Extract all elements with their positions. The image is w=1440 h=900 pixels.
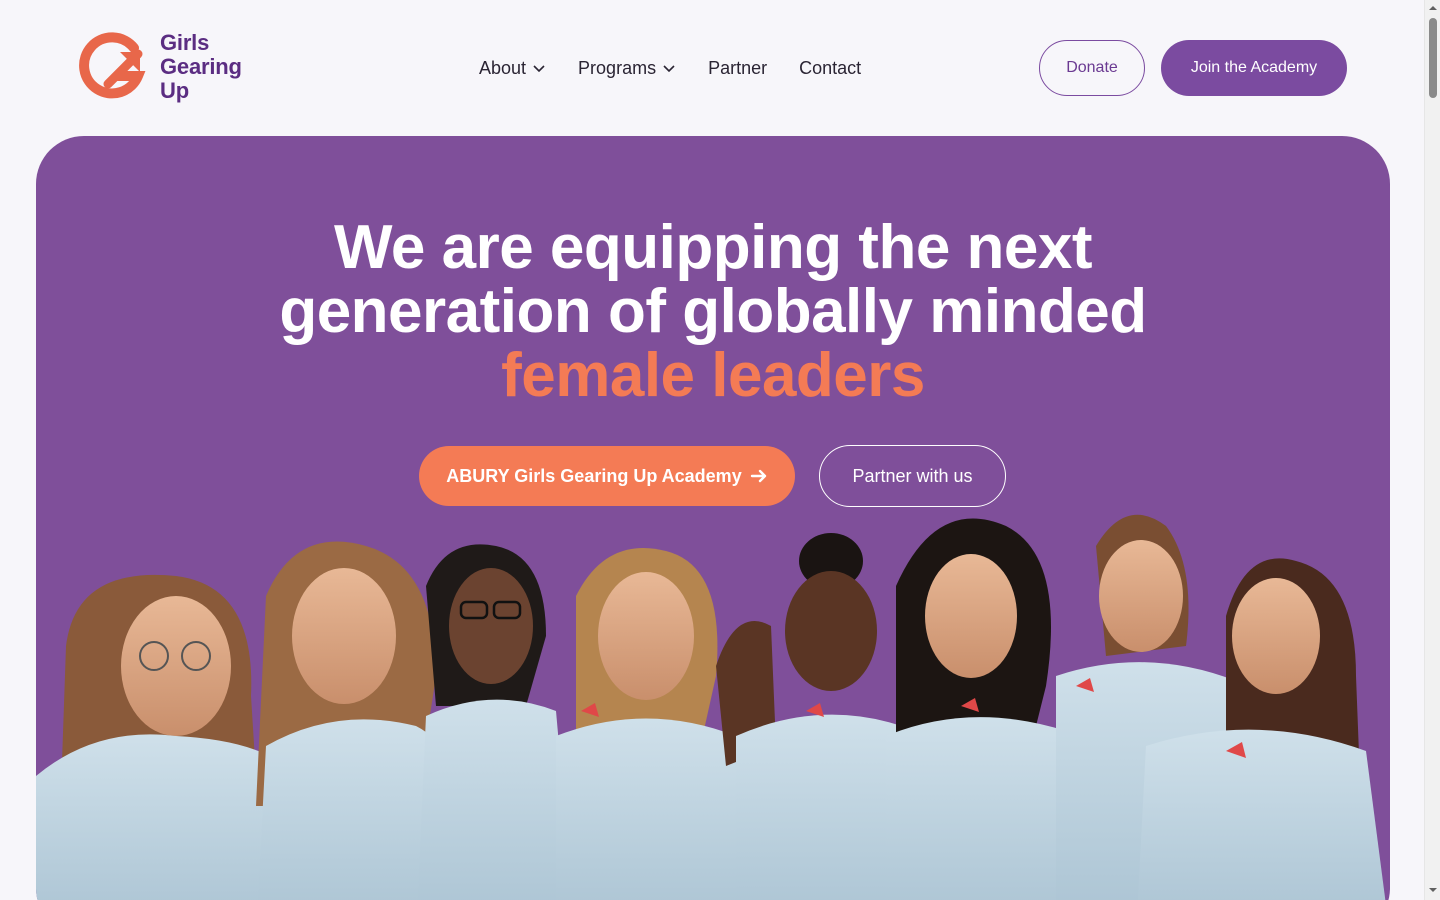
logo-wordmark: Girls Gearing Up: [160, 31, 242, 103]
group-photo: [36, 514, 1386, 900]
nav-item-programs[interactable]: Programs: [578, 58, 676, 79]
academy-cta-label: ABURY Girls Gearing Up Academy: [446, 465, 742, 486]
nav-label-programs: Programs: [578, 57, 657, 78]
nav-item-partner[interactable]: Partner: [708, 58, 767, 79]
hero-section: We are equipping the next generation of …: [36, 136, 1390, 900]
scroll-down-arrow-icon[interactable]: [1428, 885, 1438, 895]
nav-label-about: About: [479, 57, 527, 78]
main-nav: About Programs Partner Contact: [479, 54, 861, 82]
arrow-right-icon: [750, 469, 766, 483]
logo-line-2: Gearing: [160, 54, 242, 79]
headline-line-1: We are equipping the next: [333, 213, 1093, 282]
chevron-down-icon: [533, 65, 545, 73]
logo-line-3: Up: [160, 78, 189, 103]
chevron-down-icon: [663, 65, 675, 73]
join-academy-button[interactable]: Join the Academy: [1161, 40, 1347, 96]
headline-line-2: generation of globally minded: [279, 277, 1147, 346]
nav-label-partner: Partner: [708, 57, 768, 78]
nav-item-about[interactable]: About: [479, 58, 546, 79]
academy-cta-button[interactable]: ABURY Girls Gearing Up Academy: [419, 446, 795, 506]
scroll-up-arrow-icon[interactable]: [1428, 3, 1438, 13]
partner-cta-button[interactable]: Partner with us: [819, 445, 1006, 507]
page-scrollbar[interactable]: [1424, 0, 1440, 900]
nav-label-contact: Contact: [799, 57, 862, 78]
g-arrow-logo-icon: [79, 32, 146, 99]
scroll-thumb[interactable]: [1429, 18, 1437, 98]
headline-accent: female leaders: [501, 341, 925, 410]
site-logo[interactable]: Girls Gearing Up: [78, 28, 248, 106]
nav-item-contact[interactable]: Contact: [799, 58, 861, 79]
donate-button[interactable]: Donate: [1039, 40, 1145, 96]
hero-headline: We are equipping the next generation of …: [36, 216, 1390, 408]
logo-line-1: Girls: [160, 30, 210, 55]
person-3: [417, 544, 573, 900]
site-header: Girls Gearing Up About Programs Partner …: [0, 0, 1424, 136]
